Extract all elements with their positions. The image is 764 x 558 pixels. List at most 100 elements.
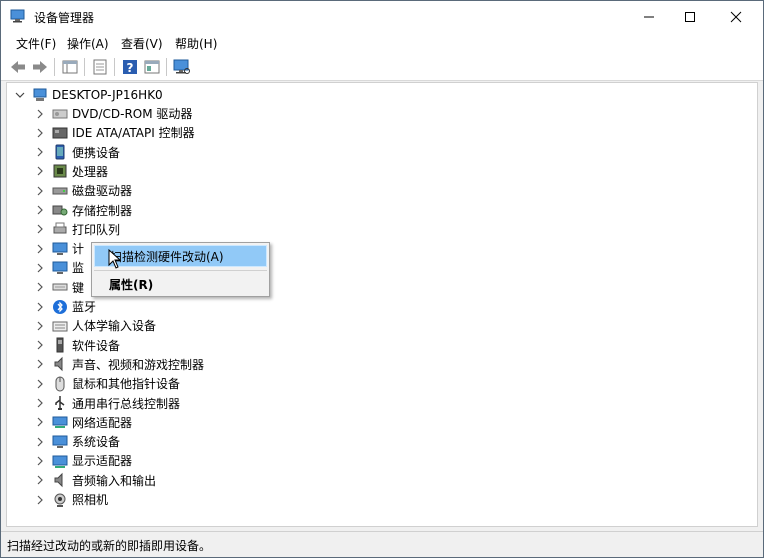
printer-icon: [53, 222, 67, 234]
properties-label: 属性(R): [109, 277, 154, 292]
tree-item[interactable]: 显示适配器: [34, 451, 132, 470]
menu-action[interactable]: 操作(A): [67, 35, 109, 52]
scan-hardware-label: 扫描检测硬件改动(A): [110, 249, 224, 264]
chevron-right-icon[interactable]: [34, 127, 46, 139]
chevron-right-icon[interactable]: [34, 358, 46, 370]
tree-item[interactable]: 键: [34, 278, 84, 297]
display-adapter-icon: [52, 455, 68, 468]
root-label: DESKTOP-JP16HK0: [52, 87, 163, 102]
menu-separator: [94, 270, 267, 271]
tree-item[interactable]: 便携设备: [34, 143, 120, 162]
processor-icon: [53, 164, 67, 178]
tree-item[interactable]: 鼠标和其他指针设备: [34, 374, 180, 393]
disk-drive-icon: [52, 187, 68, 195]
tree-item-label: 处理器: [72, 164, 109, 179]
list-button[interactable]: [91, 58, 109, 76]
network-adapter-icon: [52, 416, 68, 429]
tree-item-label: 声音、视频和游戏控制器: [72, 357, 205, 372]
status-bar: 扫描经过改动的或新的即插即用设备。: [1, 531, 763, 557]
monitor-icon: [52, 261, 68, 274]
monitor-scan-icon: [173, 59, 190, 74]
chevron-right-icon[interactable]: [34, 436, 46, 448]
chevron-right-icon[interactable]: [34, 474, 46, 486]
chevron-right-icon[interactable]: [34, 204, 46, 216]
minimize-button[interactable]: [626, 1, 672, 32]
dvd-drive-icon: [52, 109, 68, 118]
tree-item[interactable]: 系统设备: [34, 432, 120, 451]
menu-view[interactable]: 查看(V): [121, 35, 163, 52]
chevron-right-icon[interactable]: [34, 397, 46, 409]
chevron-right-icon[interactable]: [34, 281, 46, 293]
chevron-down-icon[interactable]: [14, 89, 26, 101]
device-tree[interactable]: DESKTOP-JP16HK0 DVD/CD-ROM 驱动器 IDE ATA/AT…: [6, 82, 758, 527]
tree-item[interactable]: 网络适配器: [34, 413, 132, 432]
tree-item[interactable]: 通用串行总线控制器: [34, 394, 180, 413]
storage-controller-icon: [52, 205, 68, 216]
tree-item[interactable]: 声音、视频和游戏控制器: [34, 355, 204, 374]
tree-item-label: 打印队列: [72, 222, 121, 237]
help-button[interactable]: ?: [121, 58, 139, 76]
tree-item[interactable]: 蓝牙: [34, 297, 96, 316]
view-button[interactable]: [143, 58, 161, 76]
tree-item-label: 网络适配器: [72, 415, 133, 430]
tree-item-label: 人体学输入设备: [72, 319, 157, 334]
tree-item[interactable]: 软件设备: [34, 336, 120, 355]
chevron-right-icon[interactable]: [34, 339, 46, 351]
chevron-right-icon[interactable]: [34, 108, 46, 120]
tree-item-label: 照相机: [72, 493, 109, 507]
toolbar-separator: [54, 58, 55, 76]
chevron-right-icon[interactable]: [34, 455, 46, 467]
chevron-right-icon[interactable]: [34, 320, 46, 332]
chevron-right-icon[interactable]: [34, 378, 46, 390]
camera-icon: [54, 493, 66, 507]
maximize-button[interactable]: [667, 1, 713, 32]
tree-item[interactable]: IDE ATA/ATAPI 控制器: [34, 123, 195, 142]
tree-item[interactable]: 人体学输入设备: [34, 316, 156, 335]
tree-item-label: 磁盘驱动器: [72, 184, 133, 199]
device-manager-icon: [10, 9, 25, 23]
list-icon: [93, 59, 107, 75]
back-button[interactable]: [9, 58, 27, 76]
tree-item[interactable]: 监: [34, 258, 84, 277]
close-icon: [730, 11, 742, 22]
chevron-right-icon[interactable]: [34, 146, 46, 158]
chevron-right-icon[interactable]: [34, 494, 46, 506]
properties-pane-button[interactable]: [61, 58, 79, 76]
computer-root-icon: [33, 88, 47, 101]
toolbar-separator: [84, 58, 85, 76]
mouse-icon: [55, 376, 65, 392]
close-button[interactable]: [713, 1, 759, 32]
tree-item[interactable]: 音频输入和输出: [34, 471, 156, 490]
chevron-right-icon[interactable]: [34, 243, 46, 255]
forward-button[interactable]: [31, 58, 49, 76]
tree-item-label: 存储控制器: [72, 203, 133, 218]
tree-item[interactable]: 处理器: [34, 162, 108, 181]
chevron-right-icon[interactable]: [34, 185, 46, 197]
toolbar-separator: [114, 58, 115, 76]
help-icon: ?: [123, 60, 137, 75]
chevron-right-icon[interactable]: [34, 416, 46, 428]
tree-item[interactable]: 磁盘驱动器: [34, 181, 132, 200]
tree-item-label: IDE ATA/ATAPI 控制器: [72, 126, 195, 141]
tree-item[interactable]: 计: [34, 239, 84, 258]
menu-bar: 文件(F) 操作(A) 查看(V) 帮助(H): [1, 32, 763, 53]
tree-item[interactable]: 打印队列: [34, 220, 120, 239]
tree-root[interactable]: DESKTOP-JP16HK0: [14, 85, 163, 104]
computer-icon: [52, 242, 68, 255]
bluetooth-icon: [53, 299, 67, 314]
chevron-right-icon[interactable]: [34, 165, 46, 177]
properties-menu-item[interactable]: 属性(R): [94, 273, 267, 295]
title-bar[interactable]: 设备管理器: [1, 1, 763, 32]
chevron-right-icon[interactable]: [34, 301, 46, 313]
tree-item[interactable]: 照相机: [34, 490, 108, 509]
tree-item[interactable]: 存储控制器: [34, 201, 132, 220]
menu-file[interactable]: 文件(F): [16, 35, 56, 52]
scan-hardware-button[interactable]: [173, 58, 191, 76]
tree-item[interactable]: DVD/CD-ROM 驱动器: [34, 104, 192, 123]
menu-help[interactable]: 帮助(H): [175, 35, 217, 52]
tree-item-label: 软件设备: [72, 338, 121, 353]
tree-item-label: 键: [72, 280, 85, 295]
chevron-right-icon[interactable]: [34, 262, 46, 274]
tree-item-label: 鼠标和其他指针设备: [72, 377, 181, 392]
chevron-right-icon[interactable]: [34, 223, 46, 235]
